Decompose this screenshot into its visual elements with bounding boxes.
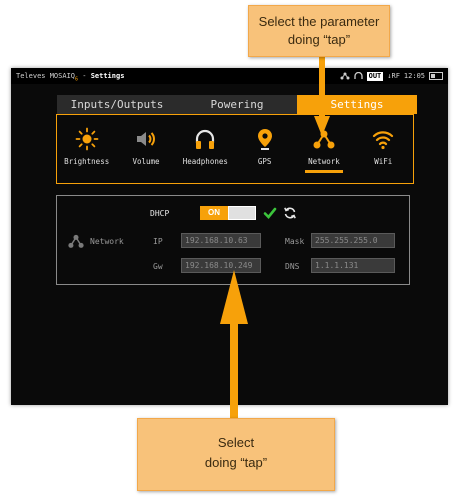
dns-field[interactable]: 1.1.1.131 bbox=[311, 258, 395, 273]
network-section-icon bbox=[68, 234, 84, 248]
network-status-icon bbox=[340, 72, 350, 80]
tab-inputs-outputs[interactable]: Inputs/Outputs bbox=[57, 95, 177, 114]
callout-select-parameter: Select the parameter doing “tap” bbox=[248, 5, 390, 57]
status-title: Televes MOSAIQ6 - Settings bbox=[16, 68, 124, 87]
ip-field[interactable]: 192.168.10.63 bbox=[181, 233, 261, 248]
screen-title: Settings bbox=[90, 72, 125, 80]
callout-top-line1: Select the parameter bbox=[258, 14, 380, 29]
settings-item-label: Volume bbox=[132, 157, 160, 166]
dhcp-toggle-on: ON bbox=[200, 206, 228, 220]
device-name: Televes MOSAIQ bbox=[16, 72, 76, 80]
callout-bottom-line1: Select bbox=[217, 435, 255, 450]
mask-field[interactable]: 255.255.255.0 bbox=[311, 233, 395, 248]
wifi-icon bbox=[373, 131, 394, 150]
settings-item-label: Network bbox=[308, 157, 340, 166]
dhcp-toggle[interactable]: ON bbox=[200, 206, 256, 220]
settings-item-label: GPS bbox=[257, 157, 272, 166]
selected-indicator bbox=[304, 170, 343, 173]
tab-powering[interactable]: Powering bbox=[177, 95, 297, 114]
toggle-knob bbox=[228, 206, 256, 220]
clock: 12:05 bbox=[403, 72, 425, 80]
rf-label: ↓RF bbox=[387, 72, 400, 80]
callout-arrow-up bbox=[220, 270, 248, 420]
confirm-check-icon[interactable] bbox=[263, 206, 277, 220]
settings-item-label: Headphones bbox=[182, 157, 228, 166]
settings-item-gps[interactable]: GPS bbox=[237, 127, 293, 166]
settings-item-headphones[interactable]: Headphones bbox=[177, 127, 233, 166]
settings-item-label: WiFi bbox=[374, 157, 393, 166]
dns-label: DNS bbox=[285, 262, 300, 271]
headphones-status-icon bbox=[353, 72, 363, 79]
mask-label: Mask bbox=[285, 237, 305, 246]
settings-icon-panel: Brightness Volume Headphones GPS Network… bbox=[56, 114, 414, 184]
volume-icon bbox=[136, 132, 155, 146]
settings-item-wifi[interactable]: WiFi bbox=[355, 127, 411, 166]
status-bar: Televes MOSAIQ6 - Settings OUT ↓RF 12:05 bbox=[11, 68, 448, 84]
out-badge: OUT bbox=[366, 71, 384, 81]
settings-item-brightness[interactable]: Brightness bbox=[59, 127, 115, 166]
settings-item-volume[interactable]: Volume bbox=[118, 127, 174, 166]
callout-top-line2: doing “tap” bbox=[287, 32, 351, 47]
brightness-icon bbox=[75, 127, 99, 151]
settings-item-label: Brightness bbox=[64, 157, 110, 166]
gps-icon bbox=[257, 129, 272, 150]
callout-arrow-down bbox=[314, 56, 330, 136]
dhcp-label: DHCP bbox=[150, 209, 170, 218]
title-separator: - bbox=[78, 72, 91, 80]
ip-label: IP bbox=[153, 237, 163, 246]
battery-icon bbox=[429, 72, 443, 80]
refresh-icon[interactable] bbox=[283, 206, 297, 220]
callout-bottom-line2: doing “tap” bbox=[204, 455, 268, 470]
gateway-label: Gw bbox=[153, 262, 163, 271]
main-tabs: Inputs/Outputs Powering Settings bbox=[57, 95, 417, 114]
callout-select-field: Select doing “tap” bbox=[137, 418, 335, 491]
network-section-label: Network bbox=[90, 237, 124, 246]
status-indicators: OUT ↓RF 12:05 bbox=[340, 68, 443, 84]
headphones-icon bbox=[196, 129, 215, 149]
